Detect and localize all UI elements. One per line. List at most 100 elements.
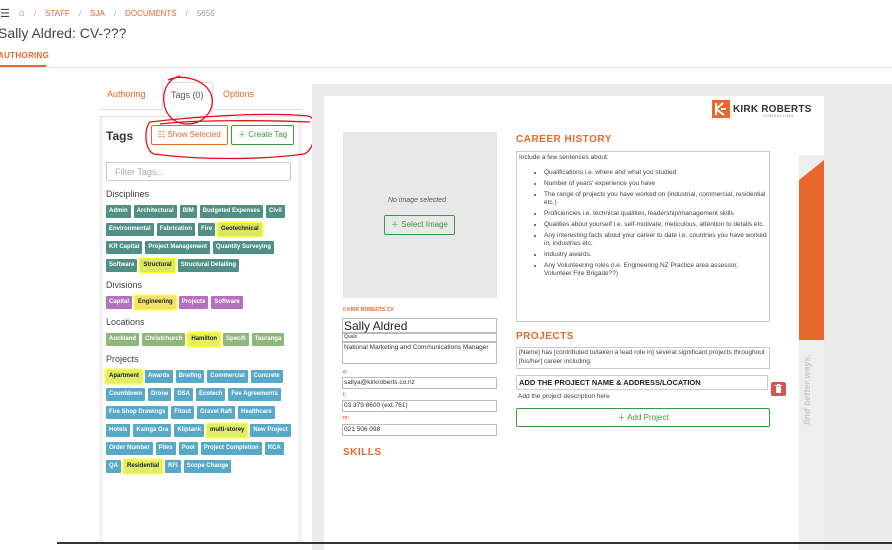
- tag-chip[interactable]: Tauranga: [251, 333, 285, 346]
- tag-chip[interactable]: QA: [106, 460, 121, 473]
- logo-mark-icon: [712, 100, 730, 118]
- tag-group-title: Projects: [106, 354, 139, 364]
- breadcrumb-current: 5655: [196, 9, 215, 18]
- tag-chip[interactable]: RCA: [264, 442, 284, 455]
- add-project-button[interactable]: ＋ Add Project: [516, 408, 770, 427]
- breadcrumb: ☰ ⌂ / STAFF / SJA / DOCUMENTS / 5655: [0, 7, 215, 20]
- tag-chip[interactable]: Fabrication: [156, 223, 196, 236]
- tag-chip[interactable]: Hotels: [106, 424, 131, 437]
- show-selected-button[interactable]: ☷ Show Selected: [151, 125, 228, 145]
- tag-chip[interactable]: Piles: [155, 442, 176, 455]
- tag-chip[interactable]: Residential: [124, 460, 163, 473]
- show-selected-label: Show Selected: [167, 130, 221, 139]
- tag-list: Apartment Awards Briefing Commercial Concret…: [106, 370, 296, 473]
- tag-chip[interactable]: Briefing: [175, 370, 205, 383]
- email-field[interactable]: sallya@kirkroberts.co.nz: [342, 377, 497, 389]
- tag-chip[interactable]: RFI: [165, 460, 181, 473]
- tag-chip[interactable]: Fire: [198, 223, 216, 236]
- home-icon[interactable]: ⌂: [19, 8, 25, 19]
- tag-chip[interactable]: Geotechnical: [218, 223, 262, 236]
- tag-chip[interactable]: DSA: [174, 388, 194, 401]
- tag-chip[interactable]: Gravel Raft: [197, 406, 236, 419]
- tag-chip[interactable]: Project Management: [145, 241, 211, 254]
- tag-chip[interactable]: Healthcare: [238, 406, 275, 419]
- tab-options[interactable]: Options: [223, 89, 254, 99]
- tag-chip[interactable]: Order Number: [106, 442, 153, 455]
- tag-chip[interactable]: Fee Agreements: [228, 388, 281, 401]
- tag-chip[interactable]: Concrete: [250, 370, 283, 383]
- tag-chip[interactable]: Pool: [178, 442, 198, 455]
- select-image-button[interactable]: ＋ Select Image: [384, 215, 455, 235]
- phone-field[interactable]: 03 379 8600 (ext.761): [342, 400, 497, 412]
- bottom-rule: [57, 542, 892, 544]
- projects-heading: PROJECTS: [516, 331, 574, 342]
- career-points: Qualifications i.e. where and what you s…: [519, 169, 767, 278]
- tag-chip[interactable]: Fire Shop Drawings: [106, 406, 169, 419]
- career-point: Number of years' experience you have: [544, 180, 767, 188]
- tag-chip[interactable]: Civil: [266, 205, 285, 218]
- plus-icon: ＋: [617, 413, 626, 422]
- breadcrumb-documents[interactable]: DOCUMENTS: [125, 9, 177, 18]
- tag-chip[interactable]: Drone: [148, 388, 172, 401]
- tag-chip[interactable]: Admin: [106, 205, 131, 218]
- projects-intro-field[interactable]: [Name] has [contributed to/taken a lead …: [516, 347, 770, 369]
- tag-chip[interactable]: Kainga Ora: [133, 424, 172, 437]
- logo-subtext: CONSULTING: [763, 113, 794, 118]
- tab-authoring[interactable]: AUTHORING: [0, 51, 49, 60]
- career-point: Qualities about yourself i.e. self-motiv…: [544, 221, 767, 229]
- career-history-heading: CAREER HISTORY: [516, 134, 612, 145]
- tag-chip[interactable]: Specifi: [223, 333, 249, 346]
- tag-chip[interactable]: multi-storey: [207, 424, 248, 437]
- tag-chip[interactable]: Structural: [140, 259, 175, 272]
- tag-chip[interactable]: Structural Detailing: [177, 259, 240, 272]
- tag-chip[interactable]: Hamilton: [188, 333, 221, 346]
- tag-chip[interactable]: Fitout: [171, 406, 195, 419]
- quals-field[interactable]: Quals: [342, 333, 497, 342]
- tag-chip[interactable]: Software: [211, 296, 243, 309]
- tag-chip[interactable]: Budgeted Expenses: [199, 205, 264, 218]
- project-name-field[interactable]: ADD THE PROJECT NAME & ADDRESS/LOCATION: [516, 375, 768, 390]
- tag-chip[interactable]: Project Completion: [200, 442, 262, 455]
- tag-chip[interactable]: Environmental: [106, 223, 154, 236]
- tag-chip[interactable]: Capital: [106, 296, 133, 309]
- tab-tags[interactable]: Tags (0): [162, 82, 213, 111]
- tag-chip[interactable]: Ecotech: [196, 388, 226, 401]
- breadcrumb-sja[interactable]: SJA: [90, 9, 105, 18]
- delete-project-button[interactable]: [771, 382, 786, 396]
- plus-icon: ＋: [391, 220, 400, 229]
- create-tag-button[interactable]: ＋ Create Tag: [231, 125, 295, 145]
- role-field[interactable]: National Marketing and Communications Ma…: [342, 342, 497, 364]
- career-intro: Include a few sentences about:: [519, 154, 609, 161]
- tag-group-title: Disciplines: [106, 189, 150, 199]
- tag-chip[interactable]: Quantity Surveying: [213, 241, 275, 254]
- tag-chip[interactable]: Software: [106, 259, 138, 272]
- name-field[interactable]: Sally Aldred: [342, 318, 497, 333]
- filter-tags-input[interactable]: [106, 162, 291, 181]
- career-point: Qualifications i.e. where and what you s…: [544, 169, 767, 177]
- breadcrumb-staff[interactable]: STAFF: [45, 9, 70, 18]
- tag-chip[interactable]: Kliptank: [174, 424, 205, 437]
- career-history-field[interactable]: Include a few sentences about: Qualifica…: [516, 151, 770, 322]
- tag-chip[interactable]: New Project: [250, 424, 291, 437]
- project-description-field[interactable]: Add the project description here: [516, 391, 768, 403]
- mobile-field[interactable]: 021 506 098: [342, 424, 497, 436]
- tag-chip[interactable]: Commercial: [207, 370, 248, 383]
- tag-list: Capital Engineering Projects Software: [106, 296, 296, 309]
- tag-chip[interactable]: Awards: [145, 370, 173, 383]
- tag-group-title: Locations: [106, 317, 145, 327]
- tab-authoring-panel[interactable]: Authoring: [107, 89, 146, 99]
- tag-chip[interactable]: Auckland: [106, 333, 140, 346]
- page-title: Sally Aldred: CV-???: [0, 25, 127, 41]
- tag-chip[interactable]: Scope Change: [183, 460, 232, 473]
- tag-chip[interactable]: Architectural: [133, 205, 177, 218]
- tag-chip[interactable]: Countdown: [106, 388, 145, 401]
- hamburger-icon[interactable]: ☰: [0, 7, 10, 20]
- tag-chip[interactable]: Apartment: [106, 370, 143, 383]
- tag-chip[interactable]: Christchurch: [142, 333, 186, 346]
- tag-chip[interactable]: BIM: [179, 205, 197, 218]
- tag-chip[interactable]: Projects: [178, 296, 209, 309]
- tag-chip[interactable]: Engineering: [135, 296, 176, 309]
- no-image-text: No image selected: [388, 197, 446, 204]
- mobile-label: m:: [343, 415, 350, 421]
- tag-chip[interactable]: KR Capital: [106, 241, 143, 254]
